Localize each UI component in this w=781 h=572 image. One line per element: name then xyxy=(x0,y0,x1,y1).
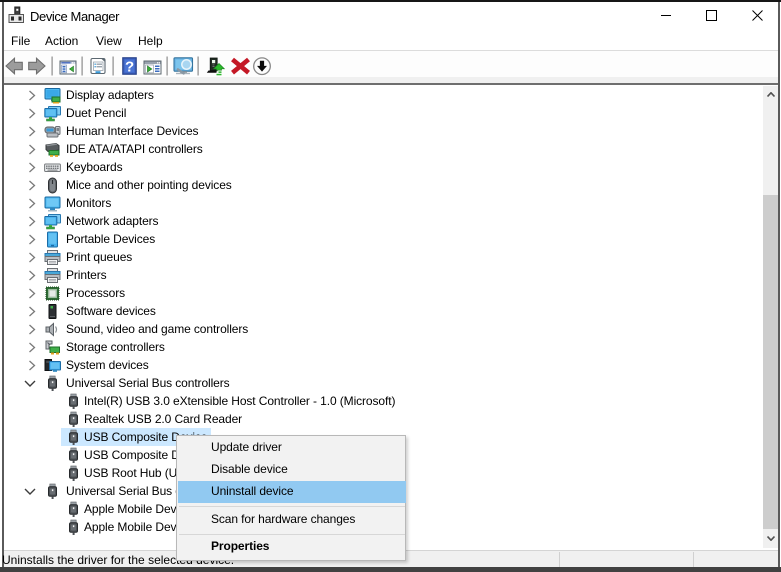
svg-text:?: ? xyxy=(125,59,134,76)
